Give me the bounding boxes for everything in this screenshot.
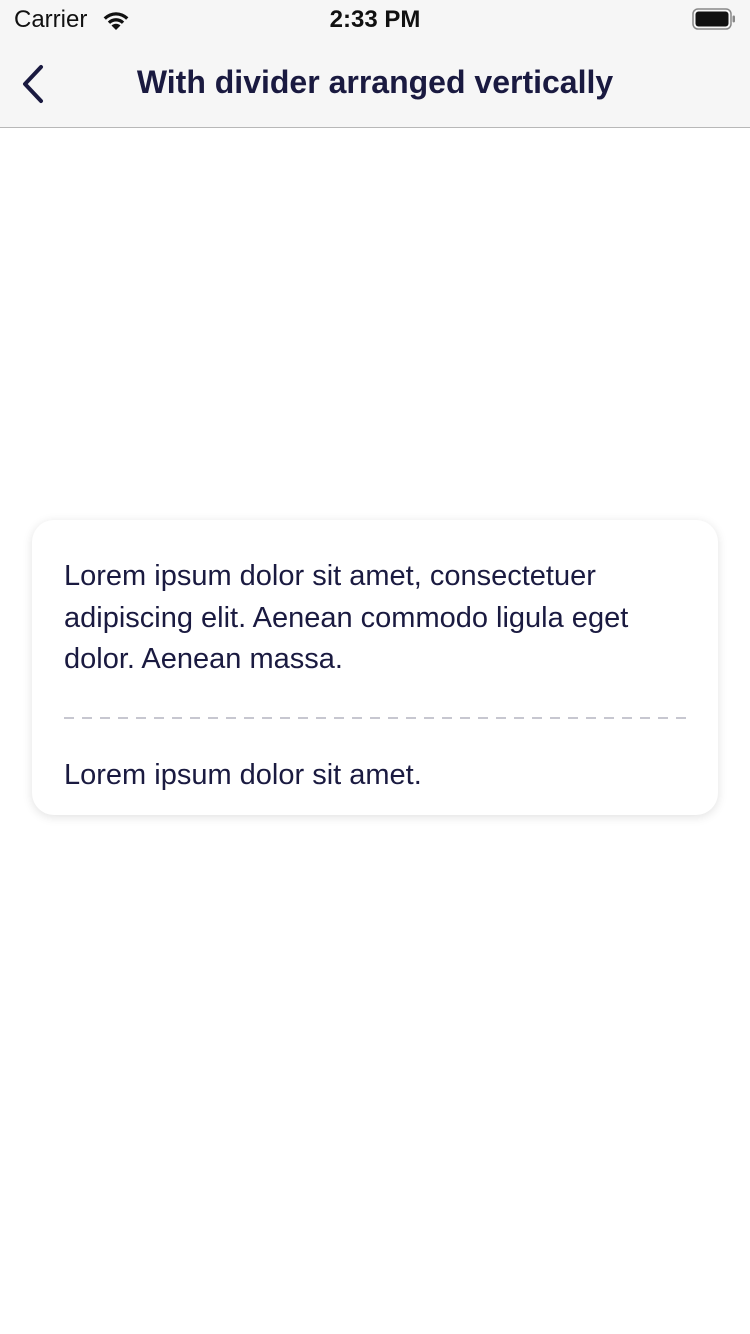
dashed-divider: [64, 716, 686, 719]
content-area: Lorem ipsum dolor sit amet, consectetuer…: [0, 129, 750, 1334]
page-title: With divider arranged vertically: [136, 64, 614, 100]
card-second-text: Lorem ipsum dolor sit amet.: [64, 758, 422, 791]
divider-card: Lorem ipsum dolor sit amet, consectetuer…: [32, 520, 718, 815]
status-time: 2:33 PM: [329, 6, 421, 33]
card-first-text: Lorem ipsum dolor sit amet, consectetuer…: [64, 560, 629, 675]
battery-icon: [692, 8, 735, 30]
status-bar: Carrier 2:33 PM: [0, 0, 750, 40]
navigation-bar: With divider arranged vertically: [0, 40, 750, 128]
